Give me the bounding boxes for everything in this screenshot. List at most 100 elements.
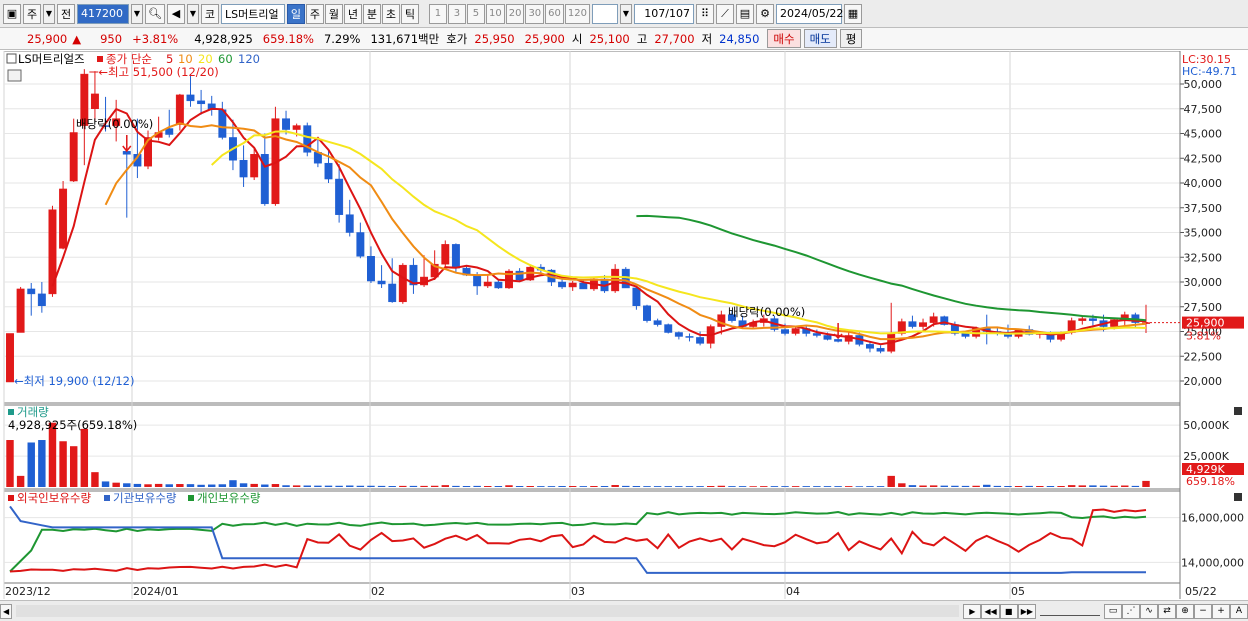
stock-name-field[interactable]: LS머트리얼 [220, 3, 285, 24]
indicator-icon[interactable]: ⋰ [1122, 603, 1140, 619]
window-icon[interactable]: ▣ [3, 3, 21, 24]
price-tick-label: 47,500 [1184, 103, 1223, 116]
legend-ma-period: 120 [238, 52, 260, 66]
interval-tabs: 1 3 5 10 20 30 60 120 [428, 3, 590, 24]
holding-legend: 개인보유수량 [197, 491, 261, 505]
candle-body [865, 344, 874, 349]
interval-dropdown-icon[interactable]: ▼ [620, 3, 632, 24]
high-label: 고 [636, 31, 648, 46]
eval-button[interactable]: 평 [839, 29, 863, 48]
count-value: 107 [644, 7, 666, 20]
gear-icon[interactable]: ⚙ [756, 3, 774, 24]
open-value: 25,100 [589, 31, 630, 46]
interval-tab-1[interactable]: 1 [428, 3, 447, 24]
zoom-slider[interactable] [1040, 606, 1100, 616]
interval-custom-input[interactable] [592, 3, 618, 24]
buy-button[interactable]: 매수 [767, 29, 801, 48]
price-tick-label: 40,000 [1184, 177, 1223, 190]
legend-ma-period: 20 [198, 52, 213, 66]
volume-bar [1057, 486, 1065, 487]
stop-icon[interactable]: ■ [999, 603, 1018, 619]
save-icon[interactable]: ▤ [736, 3, 754, 24]
x-axis-label: 03 [571, 585, 585, 598]
volume-bar [866, 486, 874, 487]
period-tab-5[interactable]: 초 [381, 3, 400, 24]
volume-pane-close-icon [1234, 407, 1242, 415]
volume-bar [738, 486, 747, 487]
forward-icon[interactable]: ▶▶ [1017, 603, 1036, 619]
font-size-icon[interactable]: A [1230, 603, 1248, 619]
stock-chart[interactable]: 50,000 47,500 45,000 42,500 40,000 37,500 35,0… [0, 51, 1248, 600]
legend-ma-period: 10 [178, 52, 193, 66]
rewind-icon[interactable]: ◀◀ [981, 603, 1000, 619]
period-tab-0[interactable]: 일 [286, 3, 305, 24]
period-tab-1[interactable]: 주 [305, 3, 324, 24]
candle-body [558, 281, 567, 288]
market-dropdown-icon[interactable]: ▼ [43, 3, 55, 24]
volume-bar [643, 486, 651, 487]
volume-bar [409, 485, 418, 487]
draw-line-icon[interactable]: ⟋ [716, 3, 734, 24]
interval-tab-60[interactable]: 60 [545, 3, 564, 24]
dividend-arrow-1 [122, 135, 132, 153]
count-field[interactable]: 107/107 [634, 3, 694, 24]
price-change-pct: +3.81% [132, 31, 179, 46]
candle-body [186, 94, 195, 102]
price-tick-label: 30,000 [1184, 276, 1223, 289]
prev-button[interactable]: 전 [57, 3, 75, 24]
scrollbar-track[interactable] [16, 605, 960, 617]
code-dropdown-icon[interactable]: ▼ [131, 3, 143, 24]
zoom-icon[interactable]: ⊕ [1176, 603, 1194, 619]
volume-bar [250, 483, 258, 487]
market-tag: 코 [200, 3, 219, 24]
sell-button[interactable]: 매도 [803, 29, 837, 48]
grid-icon[interactable]: ⠿ [696, 3, 714, 24]
volume-bar [324, 485, 333, 487]
volume-bar [929, 485, 938, 487]
zoom-in-icon[interactable]: + [1212, 603, 1230, 619]
moving-average-lines [51, 107, 1147, 346]
price-tick-label: 37,500 [1184, 202, 1223, 215]
volume-bar [144, 484, 152, 487]
interval-tab-10[interactable]: 10 [485, 3, 505, 24]
search-icon[interactable]: 🔍︎ [145, 3, 165, 24]
volume-bar [1078, 485, 1087, 487]
market-select[interactable]: 주 [23, 3, 41, 24]
interval-tab-20[interactable]: 20 [505, 3, 525, 24]
candle-body [1088, 318, 1097, 321]
volume-bar [919, 485, 927, 487]
speaker-dropdown-icon[interactable]: ▼ [186, 3, 199, 24]
candle-body [197, 100, 206, 105]
period-tab-6[interactable]: 틱 [400, 3, 419, 24]
volume-bar [696, 486, 704, 487]
period-tab-2[interactable]: 월 [324, 3, 343, 24]
candle-body [494, 281, 503, 289]
price-tick-label: 32,500 [1184, 251, 1223, 264]
interval-tab-30[interactable]: 30 [525, 3, 545, 24]
scroll-left-icon[interactable]: ◀ [0, 603, 13, 619]
current-price: 25,900 [27, 31, 68, 46]
volume-bar [515, 486, 524, 487]
layout-icon[interactable]: ▭ [1104, 603, 1122, 619]
interval-tab-3[interactable]: 3 [447, 3, 466, 24]
speaker-icon[interactable]: ◀ [166, 3, 185, 24]
date-input[interactable]: 2024/05/22 [776, 3, 843, 24]
compare-icon[interactable]: ⇄ [1158, 603, 1176, 619]
period-tab-3[interactable]: 년 [343, 3, 362, 24]
stock-code-input[interactable]: 417200 [77, 3, 129, 24]
zoom-out-icon[interactable]: − [1194, 603, 1212, 619]
play-icon[interactable]: ▶ [963, 603, 982, 619]
legend-box-icon [6, 53, 17, 64]
current-pct-tag: 3.81% [1186, 330, 1221, 343]
volume-bar [430, 485, 439, 487]
volume-bar [1089, 485, 1097, 487]
period-tab-4[interactable]: 분 [362, 3, 381, 24]
volume-bar [1004, 486, 1012, 487]
tool-icon[interactable]: ∿ [1140, 603, 1158, 619]
calendar-icon[interactable]: ▦ [844, 3, 862, 24]
interval-tab-5[interactable]: 5 [466, 3, 485, 24]
interval-tab-120[interactable]: 120 [564, 3, 590, 24]
volume-bar [462, 486, 471, 487]
volume-bar [261, 484, 269, 487]
volume-bar [579, 486, 588, 487]
